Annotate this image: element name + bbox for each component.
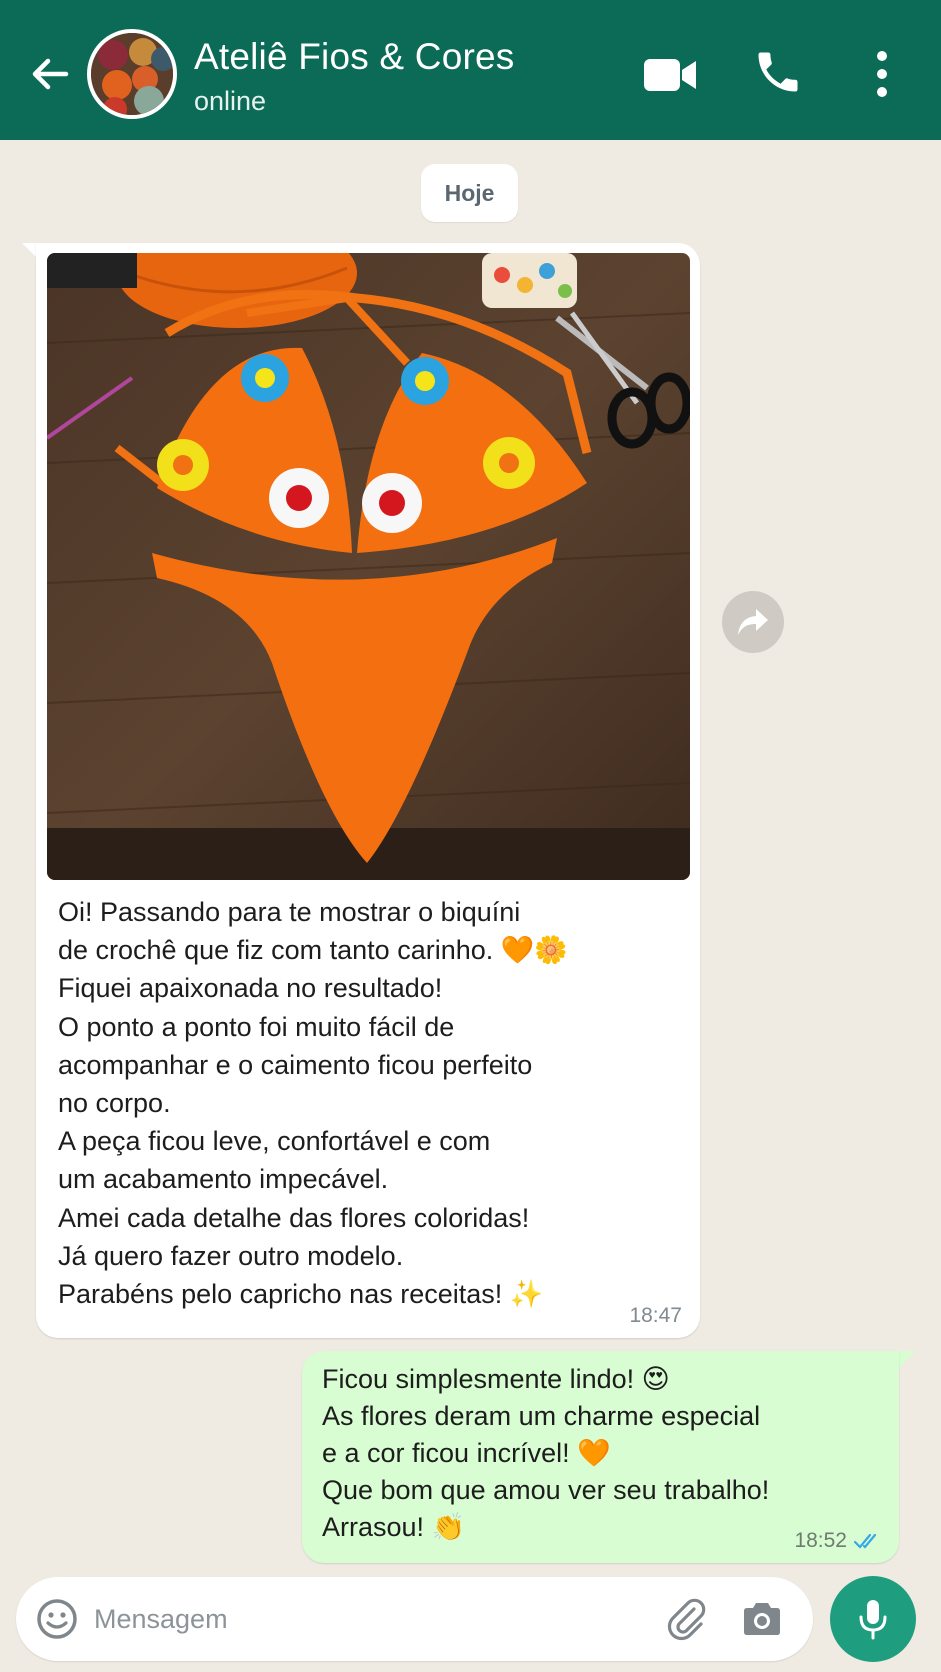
chat-header: Ateliê Fios & Cores online (0, 0, 941, 140)
incoming-message[interactable]: Oi! Passando para te mostrar o biquíni d… (36, 243, 700, 1338)
message-line: de crochê que fiz com tanto carinho. 🧡🌼 (58, 935, 568, 966)
message-line: Oi! Passando para te mostrar o biquíni (58, 897, 521, 927)
message-line: Fiquei apaixonada no resultado! (58, 973, 443, 1004)
message-line: no corpo. (58, 1088, 171, 1119)
outgoing-timestamp: 18:52 (794, 1529, 847, 1552)
message-line: O ponto a ponto foi muito fácil de (58, 1011, 455, 1042)
phone-call-icon[interactable] (752, 46, 804, 98)
message-line: e a cor ficou incrível! 🧡 (322, 1438, 611, 1468)
attach-icon[interactable] (664, 1597, 708, 1641)
message-line: Já quero fazer outro modelo. (58, 1240, 404, 1271)
outgoing-message-text: Ficou simplesmente lindo! 😍 As flores de… (322, 1361, 769, 1546)
avatar[interactable] (87, 29, 177, 119)
incoming-message-text: Oi! Passando para te mostrar o biquíni d… (58, 893, 678, 1313)
message-line: Ficou simplesmente lindo! 😍 (322, 1364, 670, 1394)
contact-name[interactable]: Ateliê Fios & Cores (194, 36, 514, 78)
camera-icon[interactable] (740, 1599, 784, 1639)
message-line: um acabamento impecável. (58, 1164, 389, 1195)
forward-icon[interactable] (722, 591, 784, 653)
video-call-icon[interactable] (642, 50, 698, 100)
message-composer (16, 1577, 813, 1661)
message-line: Arrasou! 👏 (322, 1512, 466, 1542)
contact-status: online (194, 86, 267, 116)
microphone-button[interactable] (830, 1576, 916, 1662)
forward-arrow-icon (738, 609, 768, 635)
read-receipt-icon (853, 1533, 877, 1549)
message-line: Que bom que amou ver seu trabalho! (322, 1475, 770, 1505)
message-line: As flores deram um charme especial (322, 1401, 761, 1431)
microphone-icon (859, 1600, 887, 1640)
date-separator: Hoje (421, 164, 518, 222)
message-input[interactable] (94, 1595, 614, 1643)
outgoing-message[interactable]: Ficou simplesmente lindo! 😍 As flores de… (302, 1351, 899, 1563)
emoji-icon[interactable] (36, 1598, 78, 1640)
message-line: A peça ficou leve, confortável e com (58, 1126, 491, 1157)
more-options-icon[interactable] (864, 46, 900, 102)
message-line: acompanhar e o caimento ficou perfeito (58, 1049, 533, 1080)
back-arrow-icon[interactable] (24, 48, 76, 100)
message-line: Amei cada detalhe das flores coloridas! (58, 1202, 530, 1233)
message-line: Parabéns pelo capricho nas receitas! ✨ (58, 1279, 544, 1310)
yarn-balls-avatar-image (91, 33, 173, 115)
crochet-bikini-photo[interactable] (47, 253, 690, 880)
outgoing-bubble-tail (898, 1351, 916, 1369)
incoming-timestamp: 18:47 (629, 1304, 682, 1327)
